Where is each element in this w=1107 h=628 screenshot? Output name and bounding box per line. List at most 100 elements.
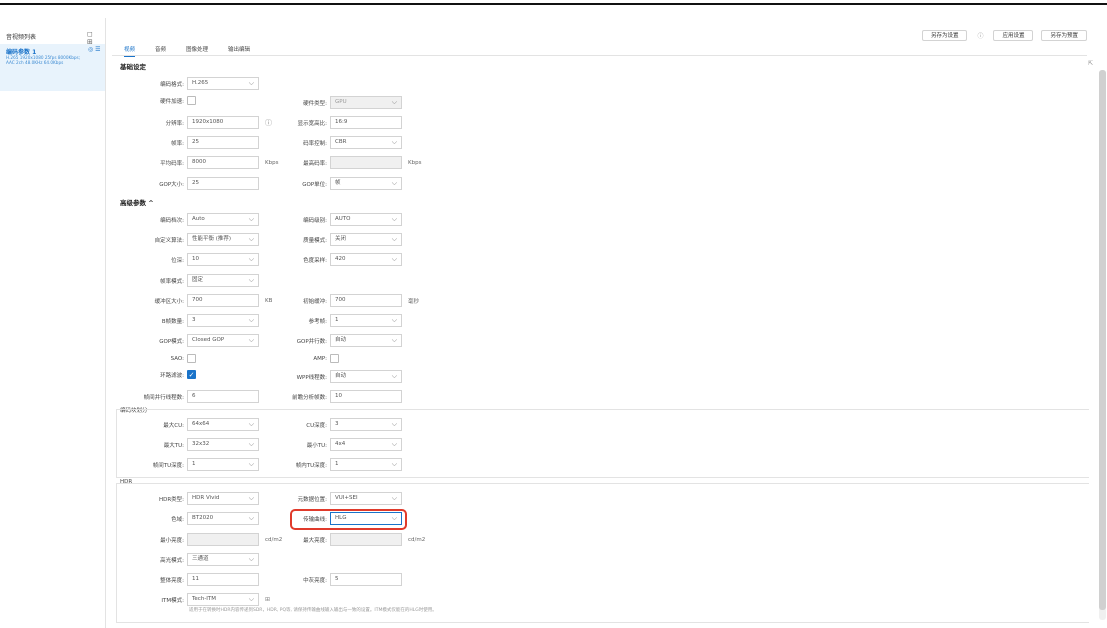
- chevron-down-icon: ⌵: [248, 235, 254, 243]
- gop-unit-row: GOP单位: 帧 ⌵: [277, 177, 402, 190]
- sao-checkbox[interactable]: [187, 354, 196, 363]
- loop-filter-checkbox[interactable]: ✓: [187, 370, 196, 379]
- rc-select[interactable]: CBR ⌵: [330, 136, 402, 149]
- itm-select[interactable]: Tech-ITM ⌵: [187, 593, 259, 606]
- hw-type-select[interactable]: GPU ⌵: [330, 96, 402, 109]
- bframes-select[interactable]: 3 ⌵: [187, 314, 259, 327]
- advanced-section-title[interactable]: 高级参数 ^: [120, 197, 154, 207]
- expand-icon[interactable]: ⊞: [265, 596, 270, 603]
- gop-unit-select[interactable]: 帧 ⌵: [330, 177, 402, 190]
- curve-highlight-box: [290, 509, 407, 530]
- ref-select[interactable]: 1 ⌵: [330, 314, 402, 327]
- cudepth-select[interactable]: 3 ⌵: [330, 418, 402, 431]
- scrollbar-thumb[interactable]: [1099, 70, 1106, 610]
- gopmode-select[interactable]: Closed GOP ⌵: [187, 334, 259, 347]
- meta-select[interactable]: VUI+SEI ⌵: [330, 492, 402, 505]
- chevron-down-icon: ⌵: [391, 336, 397, 344]
- fps-row: 帧率: 25: [134, 136, 259, 149]
- amp-checkbox[interactable]: [330, 354, 339, 363]
- level-label: 编码级别:: [303, 217, 327, 224]
- minlum-row: 最小亮度: cd/m2: [134, 533, 282, 546]
- mintu-select[interactable]: 4x4 ⌵: [330, 438, 402, 451]
- hdr-type-select[interactable]: HDR Vivid ⌵: [187, 492, 259, 505]
- gamut-row: 色域: BT2020 ⌵: [134, 512, 259, 525]
- overall-row: 整体亮度: 11: [134, 573, 259, 586]
- level-row: 编码级别: AUTO ⌵: [277, 213, 402, 226]
- minlum-input[interactable]: [187, 533, 259, 546]
- sao-row: SAO:: [134, 354, 196, 363]
- chevron-down-icon: ⌵: [248, 460, 254, 468]
- quality-select[interactable]: 关闭 ⌵: [330, 233, 402, 246]
- quality-label: 质量模式:: [303, 237, 327, 244]
- fps-input[interactable]: 25: [187, 136, 259, 149]
- chroma-label: 色度采样:: [303, 257, 327, 264]
- amp-row: AMP:: [277, 354, 339, 363]
- wpp-label: WPP线程数:: [296, 374, 327, 381]
- intertu-select[interactable]: 1 ⌵: [187, 458, 259, 471]
- max-bitrate-input[interactable]: [330, 156, 402, 169]
- highlight-mode-select[interactable]: 三通道 ⌵: [187, 553, 259, 566]
- chevron-down-icon: ⌵: [248, 555, 254, 563]
- codec-select[interactable]: H.265 ⌵: [187, 77, 259, 90]
- wpp-row: WPP线程数: 自动 ⌵: [277, 370, 402, 383]
- gamut-select[interactable]: BT2020 ⌵: [187, 512, 259, 525]
- quality-row: 质量模式: 关闭 ⌵: [277, 233, 402, 246]
- framerate-mode-select[interactable]: 固定 ⌵: [187, 274, 259, 287]
- codec-row: 编码格式: H.265 ⌵: [134, 77, 259, 90]
- chevron-down-icon: ⌵: [391, 420, 397, 428]
- lookahead-input[interactable]: 10: [330, 390, 402, 403]
- aspect-input[interactable]: 16:9: [330, 116, 402, 129]
- info-icon[interactable]: ⓘ: [265, 118, 272, 128]
- init-buffer-input[interactable]: 700: [330, 294, 402, 307]
- gop-input[interactable]: 25: [187, 177, 259, 190]
- chevron-down-icon: ⌵: [391, 98, 397, 106]
- gop-unit-label: GOP单位:: [302, 181, 327, 188]
- hw-accel-checkbox[interactable]: [187, 96, 196, 105]
- wpp-select[interactable]: 自动 ⌵: [330, 370, 402, 383]
- sidebar-item-preset[interactable]: 编码参数 1 ◎ ☰ H.265 1920x1080 25fps 8000Kbp…: [0, 44, 105, 91]
- save-as-preset-button[interactable]: 另存为预置: [1041, 30, 1087, 41]
- buffer-input[interactable]: 700: [187, 294, 259, 307]
- chevron-down-icon: ⌵: [248, 79, 254, 87]
- algo-row: 自定义算法: 性能平衡 (推荐) ⌵: [134, 233, 259, 246]
- window-top-border: [0, 0, 1107, 5]
- median-input[interactable]: 5: [330, 573, 402, 586]
- buffer-unit: KB: [265, 297, 273, 304]
- loop-filter-row: 环路滤波: ✓: [134, 370, 196, 379]
- itm-label: ITM模式:: [161, 597, 184, 604]
- intratu-row: 帧内TU深度: 1 ⌵: [277, 458, 402, 471]
- profile-select[interactable]: Auto ⌵: [187, 213, 259, 226]
- depth-select[interactable]: 10 ⌵: [187, 253, 259, 266]
- intratu-select[interactable]: 1 ⌵: [330, 458, 402, 471]
- frame-thread-input[interactable]: 6: [187, 390, 259, 403]
- sao-label: SAO:: [170, 355, 184, 362]
- algo-select[interactable]: 性能平衡 (推荐) ⌵: [187, 233, 259, 246]
- basic-section-title: 基础设定: [120, 63, 146, 71]
- maxtu-select[interactable]: 32x32 ⌵: [187, 438, 259, 451]
- chevron-down-icon: ⌵: [248, 336, 254, 344]
- frame-thread-row: 帧间并行线程数: 6: [134, 390, 259, 403]
- maxlum-input[interactable]: [330, 533, 402, 546]
- gop-parallel-select[interactable]: 自动 ⌵: [330, 334, 402, 347]
- res-input[interactable]: 1920x1080: [187, 116, 259, 129]
- chroma-select[interactable]: 420 ⌵: [330, 253, 402, 266]
- intertu-row: 帧间TU深度: 1 ⌵: [134, 458, 259, 471]
- avg-row: 平均码率: 8000 Kbps: [134, 156, 278, 169]
- preset-description: H.265 1920x1080 25fps 8000Kbps; AAC 2ch …: [6, 55, 81, 66]
- level-select[interactable]: AUTO ⌵: [330, 213, 402, 226]
- sidebar: 音视频列表 ◻ ⊞ 编码参数 1 ◎ ☰ H.265 1920x1080 25f…: [0, 18, 106, 628]
- apply-button[interactable]: 应用设置: [993, 30, 1034, 41]
- avg-bitrate-input[interactable]: 8000: [187, 156, 259, 169]
- mintu-label: 最小TU:: [306, 442, 327, 449]
- meta-label: 元数据位置:: [297, 496, 327, 503]
- pin-icon[interactable]: ⇱: [1088, 60, 1093, 67]
- rc-label: 码率控制:: [303, 140, 327, 147]
- gopmode-row: GOP模式: Closed GOP ⌵: [134, 334, 259, 347]
- overall-input[interactable]: 11: [187, 573, 259, 586]
- itm-note: 适用于在转换时HDR内容传递到SDR，HDR, PQ等, 请保持传输曲线输入输出…: [189, 608, 437, 613]
- save-settings-button[interactable]: 另存为设置: [921, 30, 968, 41]
- hw-type-label: 硬件类型:: [303, 100, 327, 107]
- maxcu-select[interactable]: 64x64 ⌵: [187, 418, 259, 431]
- info-icon[interactable]: ⓘ: [975, 31, 985, 40]
- preset-controls[interactable]: ◎ ☰: [88, 46, 101, 53]
